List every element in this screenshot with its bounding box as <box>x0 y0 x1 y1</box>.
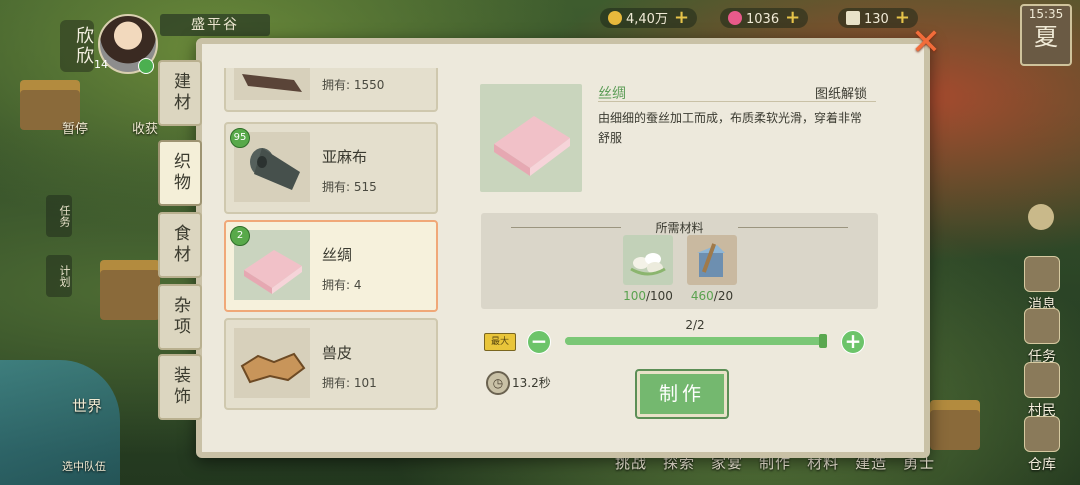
warehouse-label: 仓库 <box>1028 457 1056 473</box>
list-item-selected[interactable]: 2 丝绸 拥有: 4 <box>224 220 438 312</box>
water-bucket-icon[interactable] <box>687 235 737 285</box>
side-task-tab[interactable]: 任务 <box>46 195 72 237</box>
tab-food[interactable]: 食材 <box>158 212 202 278</box>
list-item[interactable]: 兽皮 拥有: 101 <box>224 318 438 410</box>
increase-button[interactable]: + <box>841 330 865 354</box>
ticket-icon <box>846 11 860 25</box>
quantity-slider[interactable] <box>565 334 827 348</box>
tab-misc[interactable]: 杂项 <box>158 284 202 350</box>
item-badge: 2 <box>230 226 250 246</box>
silk-cocoon-icon[interactable] <box>623 235 673 285</box>
pause-button[interactable]: 暂停 <box>62 118 88 137</box>
divider <box>598 101 876 102</box>
material-have: 100 <box>623 289 646 303</box>
warehouse-button[interactable]: 仓库 <box>1020 416 1064 474</box>
player-name: 欣欣 <box>60 20 94 72</box>
message-icon <box>1024 256 1060 292</box>
max-quantity-button[interactable]: 最大 <box>484 333 516 351</box>
item-name: 丝绸 <box>322 246 353 264</box>
material-have: 460 <box>690 289 714 303</box>
material-need: 100 <box>650 289 673 303</box>
item-name: 兽皮 <box>322 344 353 362</box>
clock-time: 15:35 <box>1028 7 1064 21</box>
materials-box: 所需材料 100/100 460/20 <box>481 213 878 309</box>
gem-icon <box>728 11 742 25</box>
cloth-brown-icon <box>234 68 310 100</box>
add-gem-button[interactable]: + <box>785 7 800 28</box>
craft-time: 13.2秒 <box>512 376 551 390</box>
list-item[interactable]: 拥有: 1550 <box>224 68 438 112</box>
clock-box[interactable]: 15:35 夏 <box>1020 4 1072 66</box>
coin-value: 4,40万 <box>626 12 668 27</box>
blueprint-unlock-label: 图纸解锁 <box>815 87 868 102</box>
world-button[interactable]: 世界 <box>72 395 102 416</box>
player-card[interactable]: 欣欣 14 <box>52 10 162 74</box>
gem-resource[interactable]: 1036 + <box>720 7 809 28</box>
hide-icon <box>234 328 310 398</box>
coin-resource[interactable]: 4,40万 + <box>600 7 698 28</box>
close-icon[interactable]: ✕ <box>910 25 942 61</box>
add-coin-button[interactable]: + <box>674 7 689 28</box>
add-ticket-button[interactable]: + <box>895 7 910 28</box>
item-badge: 95 <box>230 128 250 148</box>
villager-button[interactable]: 村民 <box>1020 362 1064 420</box>
item-owned: 拥有: 515 <box>322 180 377 194</box>
slider-handle[interactable] <box>819 334 827 348</box>
item-list[interactable]: 拥有: 1550 95 亚麻布 拥有: 515 2 丝绸 拥有: 4 兽皮 拥有… <box>222 68 440 410</box>
player-level: 14 <box>94 58 108 71</box>
tab-fabrics[interactable]: 织物 <box>158 140 202 206</box>
flower-menu-icon[interactable] <box>1028 204 1054 230</box>
tab-decor[interactable]: 装饰 <box>158 354 202 420</box>
silk-icon <box>480 84 582 192</box>
quantity-count: 2/2 <box>685 318 705 332</box>
material-count-bucket: 460/20 <box>690 289 734 303</box>
detail-item-name: 丝绸 <box>598 86 626 102</box>
house <box>100 270 160 320</box>
scroll-icon <box>1024 308 1060 344</box>
ticket-value: 130 <box>864 12 889 27</box>
harvest-button[interactable]: 收获 <box>132 118 158 137</box>
online-dot <box>138 58 154 74</box>
material-need: 20 <box>717 289 734 303</box>
team-button[interactable]: 选中队伍 <box>62 458 106 474</box>
item-owned: 拥有: 4 <box>322 278 362 292</box>
coin-icon <box>608 11 622 25</box>
season-label: 夏 <box>1034 23 1058 51</box>
quest-button[interactable]: 任务 <box>1020 308 1064 366</box>
tab-building-materials[interactable]: 建材 <box>158 60 202 126</box>
decrease-button[interactable]: − <box>527 330 551 354</box>
location-name: 盛平谷 <box>160 14 270 36</box>
message-button[interactable]: 消息 <box>1020 256 1064 314</box>
material-count-cocoon: 100/100 <box>623 289 673 303</box>
house <box>930 410 980 450</box>
craft-button[interactable]: 制作 <box>635 369 729 419</box>
side-plan-tab[interactable]: 计划 <box>46 255 72 297</box>
item-owned: 拥有: 101 <box>322 376 377 390</box>
materials-title: 所需材料 <box>481 219 878 236</box>
item-description: 由细细的蚕丝加工而成，布质柔软光滑，穿着非常舒服 <box>598 111 863 145</box>
villager-icon <box>1024 362 1060 398</box>
clock-icon: ◷ <box>486 371 510 395</box>
item-name: 亚麻布 <box>322 148 368 166</box>
item-owned: 拥有: 1550 <box>322 78 385 92</box>
ticket-resource[interactable]: 130 + <box>838 8 918 28</box>
list-item[interactable]: 95 亚麻布 拥有: 515 <box>224 122 438 214</box>
gem-value: 1036 <box>746 12 780 27</box>
warehouse-icon <box>1024 416 1060 452</box>
slider-fill <box>565 337 827 345</box>
